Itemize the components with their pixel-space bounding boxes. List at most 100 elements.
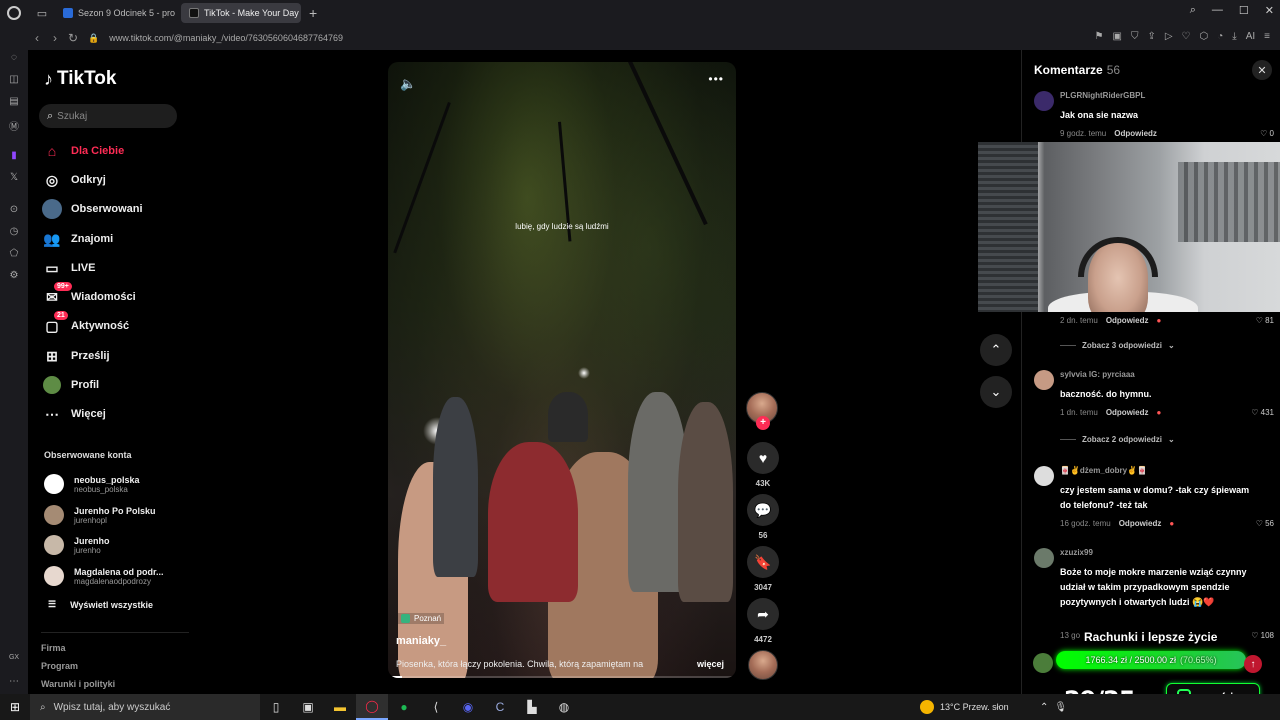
maximize-button[interactable]: ☐	[1239, 4, 1249, 17]
search-tabs-icon[interactable]: ⌕	[1190, 4, 1196, 17]
comment-like-button[interactable]: ♡ 0	[1260, 129, 1274, 138]
avatar[interactable]	[1034, 370, 1054, 390]
download-icon[interactable]: ⤓	[1232, 31, 1236, 42]
see-replies-button[interactable]: Zobacz 2 odpowiedzi ⌄	[1060, 435, 1175, 444]
tray-chevron-icon[interactable]: ⌃	[1040, 702, 1048, 713]
save-button[interactable]: 🔖	[747, 546, 779, 578]
heart-icon[interactable]: ♡	[1182, 31, 1191, 42]
video-progress-bar[interactable]	[388, 676, 736, 678]
nav-item-friends[interactable]: 👥 Znajomi	[42, 228, 113, 250]
minimize-button[interactable]: —	[1212, 4, 1223, 17]
close-window-button[interactable]: ✕	[1265, 4, 1274, 17]
video-author[interactable]: maniaky_	[396, 635, 446, 647]
browser-tab-1[interactable]: Sezon 9 Odcinek 5 - progr	[55, 3, 175, 23]
see-all-button[interactable]: ☰ Wyświetl wszystkie	[48, 599, 153, 610]
nav-item-explore[interactable]: ◎ Odkryj	[42, 169, 106, 191]
aria-icon[interactable]: ◌	[7, 52, 21, 66]
x-twitter-icon[interactable]: 𝕏	[7, 172, 21, 186]
footer-link-terms[interactable]: Warunki i polityki	[41, 679, 115, 689]
adblock-shield-icon[interactable]: ⛉	[1131, 31, 1139, 42]
nav-item-following[interactable]: Obserwowani	[42, 198, 143, 220]
followed-account[interactable]: neobus_polska neobus_polska	[44, 472, 140, 496]
tab-workspaces-icon[interactable]: ▭	[33, 4, 51, 22]
file-explorer-icon[interactable]: ▬	[324, 694, 356, 720]
next-video-button[interactable]: ⌄	[980, 376, 1012, 408]
search-input[interactable]: ⌕ Szukaj	[39, 104, 177, 128]
nav-item-upload[interactable]: ⊞ Prześlij	[42, 345, 109, 367]
avatar[interactable]	[1034, 91, 1054, 111]
reply-button[interactable]: Odpowiedz	[1106, 316, 1149, 325]
nav-item-messages[interactable]: ✉ 99+ Wiadomości	[42, 282, 136, 308]
volume-icon[interactable]: 🔈	[400, 76, 416, 92]
like-button[interactable]: ♥	[747, 442, 779, 474]
reply-button[interactable]: Odpowiedz	[1106, 408, 1149, 417]
weather-widget[interactable]: 13°C Przew. słon	[920, 694, 1009, 720]
snapshot-icon[interactable]: ▣	[1112, 31, 1121, 42]
url-field[interactable]: www.tiktok.com/@maniaky_/video/763056060…	[109, 33, 343, 43]
sidebar-more-icon[interactable]: ⋯	[7, 676, 21, 690]
bag-icon[interactable]: ◫	[7, 74, 21, 88]
history-icon[interactable]: ◷	[7, 226, 21, 240]
nav-item-for-you[interactable]: ⌂ Dla Ciebie	[42, 140, 124, 162]
avatar[interactable]	[1034, 548, 1054, 568]
image-icon[interactable]: ▤	[7, 96, 21, 110]
footer-link-program[interactable]: Program	[41, 661, 78, 671]
reply-button[interactable]: Odpowiedz	[1114, 129, 1157, 138]
play-icon[interactable]: ▷	[1165, 31, 1173, 42]
bookmark-icon[interactable]: ⚑	[1095, 31, 1104, 42]
obs-icon[interactable]: ◍	[548, 694, 580, 720]
follow-plus-button[interactable]: +	[756, 416, 770, 430]
new-tab-button[interactable]: +	[309, 5, 317, 21]
taskbar-search-input[interactable]: ⌕ Wpisz tutaj, aby wyszukać	[30, 694, 260, 720]
reload-button[interactable]: ↻	[64, 31, 82, 45]
video-player[interactable]: 🔈 ••• lubię, gdy ludzie są ludźmi Poznań…	[388, 62, 736, 678]
location-tag[interactable]: Poznań	[398, 613, 445, 624]
close-comments-button[interactable]: ✕	[1252, 60, 1272, 80]
see-replies-button[interactable]: Zobacz 3 odpowiedzi ⌄	[1060, 341, 1175, 350]
comment-like-button[interactable]: ♡ 108	[1251, 631, 1274, 640]
reply-button[interactable]: Odpowiedz	[1119, 519, 1162, 528]
footer-link-company[interactable]: Firma	[41, 643, 66, 653]
tiktok-logo[interactable]: ♪ TikTok	[44, 68, 116, 90]
settings-gear-icon[interactable]: ⚙	[7, 270, 21, 284]
nav-item-profile[interactable]: Profil	[42, 374, 99, 396]
avatar[interactable]	[1034, 466, 1054, 486]
opera-gx-taskbar-icon[interactable]: ◯	[356, 694, 388, 720]
comment-button[interactable]: 💬	[747, 494, 779, 526]
video-more-icon[interactable]: •••	[708, 72, 724, 86]
capcut-icon[interactable]: ⟨	[420, 694, 452, 720]
sound-disc-avatar[interactable]	[748, 650, 778, 680]
description-more-button[interactable]: więcej	[697, 659, 724, 669]
app-window-icon[interactable]: ▙	[516, 694, 548, 720]
comment-like-button[interactable]: ♡ 56	[1256, 519, 1274, 528]
scroll-up-button[interactable]: ↑	[1244, 655, 1262, 673]
share-icon[interactable]: ⇪	[1147, 31, 1155, 42]
comment-like-button[interactable]: ♡ 431	[1251, 408, 1274, 417]
extensions-sidebar-icon[interactable]: ⬠	[7, 248, 21, 262]
start-button[interactable]: ⊞	[0, 700, 30, 714]
comment-like-button[interactable]: ♡ 81	[1256, 316, 1274, 325]
share-button[interactable]: ➦	[747, 598, 779, 630]
m-icon[interactable]: Ⓜ	[7, 118, 21, 133]
forward-button[interactable]: ›	[46, 31, 64, 45]
ai-button[interactable]: AI	[1246, 31, 1255, 42]
app-c-icon[interactable]: C	[484, 694, 516, 720]
account-icon[interactable]: ◔	[1217, 31, 1223, 42]
browser-tab-2[interactable]: TikTok - Make Your Day	[181, 3, 301, 23]
nav-item-activity[interactable]: ▢ 21 Aktywność	[42, 311, 129, 337]
player-icon[interactable]: ⊙	[7, 204, 21, 218]
followed-account[interactable]: Magdalena od podr... magdalenaodpodrozy	[44, 564, 164, 588]
gx-icon[interactable]: GX	[7, 654, 21, 668]
extensions-icon[interactable]: ⬡	[1200, 31, 1209, 42]
store-icon[interactable]: ▣	[292, 694, 324, 720]
twitch-icon[interactable]: ▮	[7, 150, 21, 164]
menu-icon[interactable]: ≡	[1264, 31, 1270, 42]
followed-account[interactable]: Jurenho jurenho	[44, 533, 110, 557]
spotify-icon[interactable]: ●	[388, 694, 420, 720]
task-view-icon[interactable]: ▯	[260, 694, 292, 720]
nav-item-more[interactable]: ⋯ Więcej	[42, 403, 106, 425]
back-button[interactable]: ‹	[28, 31, 46, 45]
discord-icon[interactable]: ◉	[452, 694, 484, 720]
mic-icon[interactable]: 🎙	[1054, 702, 1067, 713]
opera-logo-icon[interactable]	[7, 6, 21, 20]
